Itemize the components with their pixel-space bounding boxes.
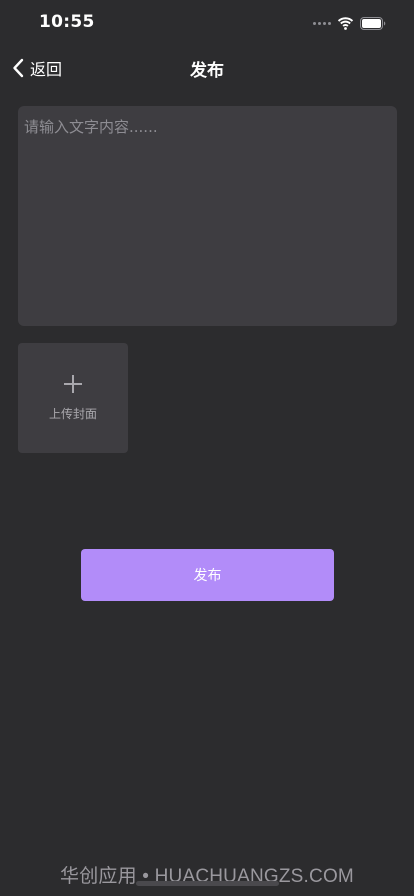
signal-icon [313, 21, 331, 25]
battery-icon [360, 16, 386, 30]
wifi-icon [337, 16, 354, 30]
page-title: 发布 [190, 61, 224, 81]
status-icons [313, 16, 386, 30]
plus-icon [64, 375, 82, 393]
status-bar: 10:55 [0, 0, 414, 46]
publish-button[interactable]: 发布 [81, 549, 334, 601]
content-input[interactable] [18, 106, 397, 326]
nav-bar: 返回 发布 [0, 46, 414, 90]
home-indicator [136, 881, 279, 886]
upload-cover-button[interactable]: 上传封面 [18, 343, 128, 453]
status-time: 10:55 [39, 12, 95, 32]
upload-cover-label: 上传封面 [48, 407, 97, 421]
